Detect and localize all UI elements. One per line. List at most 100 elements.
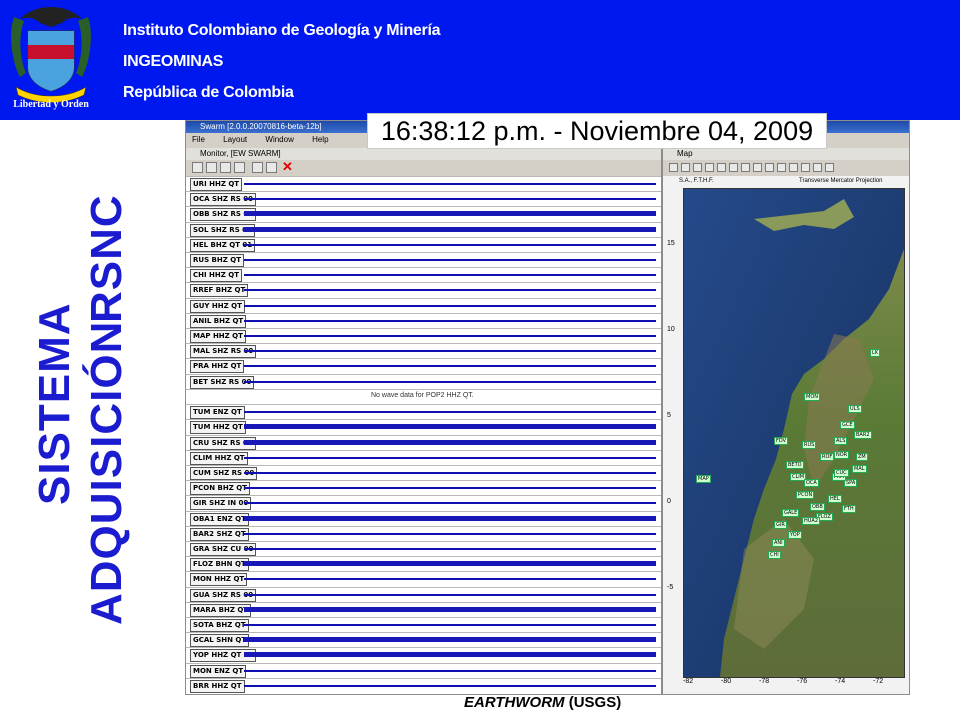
station-marker[interactable]: GALE: [782, 509, 800, 517]
map-tool-button[interactable]: [789, 163, 798, 172]
channel-row[interactable]: BAR2 SHZ QT: [186, 525, 661, 541]
map-tool-button[interactable]: [717, 163, 726, 172]
channel-row[interactable]: YOP HHZ QT 01: [186, 647, 661, 663]
map-tool-button[interactable]: [669, 163, 678, 172]
channel-row[interactable]: RUS BHZ QT: [186, 252, 661, 268]
close-icon[interactable]: ✕: [282, 160, 293, 174]
channel-row[interactable]: GCAL SHN QT: [186, 632, 661, 648]
monitor-tool-button[interactable]: [234, 162, 245, 173]
side-title-sistema: SISTEMA: [30, 302, 79, 505]
channel-row[interactable]: MAP HHZ QT: [186, 328, 661, 344]
station-marker[interactable]: ANI: [772, 539, 785, 547]
map-tool-button[interactable]: [681, 163, 690, 172]
station-marker[interactable]: NOR: [834, 451, 850, 459]
channel-row[interactable]: GUY HHZ QT: [186, 297, 661, 313]
station-marker[interactable]: MAL: [852, 465, 867, 473]
map-tool-button[interactable]: [741, 163, 750, 172]
station-marker[interactable]: ZM: [856, 453, 868, 461]
channel-row[interactable]: OBA1 ENZ QT: [186, 510, 661, 526]
channel-row[interactable]: SOTA BHZ QT: [186, 616, 661, 632]
menu-help[interactable]: Help: [312, 135, 328, 144]
map-tool-button[interactable]: [753, 163, 762, 172]
menu-file[interactable]: File: [192, 135, 205, 144]
station-marker[interactable]: BAR2: [854, 431, 872, 439]
station-marker[interactable]: SPA: [844, 479, 858, 487]
station-marker[interactable]: ALS: [834, 437, 848, 445]
channel-row[interactable]: GIR SHZ IN 00: [186, 495, 661, 511]
channel-row[interactable]: FLOZ BHN QT: [186, 556, 661, 572]
map-tool-button[interactable]: [777, 163, 786, 172]
channel-row[interactable]: GRA SHZ CU 00: [186, 540, 661, 556]
channel-label: ANIL BHZ QT: [190, 314, 247, 328]
channel-row[interactable]: GUA SHZ RS 00: [186, 586, 661, 602]
map-tool-button[interactable]: [801, 163, 810, 172]
waveform-trace: [244, 669, 656, 672]
map-tool-button[interactable]: [765, 163, 774, 172]
station-marker[interactable]: CUC: [834, 469, 849, 477]
map-tool-button[interactable]: [729, 163, 738, 172]
channel-label: GIR SHZ IN 00: [190, 497, 252, 511]
channel-row[interactable]: RREF BHZ QT: [186, 282, 661, 298]
channel-row[interactable]: MON HHZ QT: [186, 571, 661, 587]
waveform-trace: [244, 637, 656, 643]
monitor-tool-button[interactable]: [192, 162, 203, 173]
station-marker[interactable]: FTH: [842, 505, 856, 513]
channel-row[interactable]: OBB SHZ RS 00: [186, 206, 661, 222]
channel-row[interactable]: No wave data for POP2 HHZ QT.: [186, 388, 661, 404]
channel-row[interactable]: BRR HHZ QT: [186, 677, 661, 693]
monitor-tool-button[interactable]: [266, 162, 277, 173]
map-tool-button[interactable]: [813, 163, 822, 172]
station-marker[interactable]: GIR: [774, 521, 787, 529]
channel-row[interactable]: HEL BHZ QT 01: [186, 236, 661, 252]
channel-row[interactable]: CHI HHZ QT: [186, 267, 661, 283]
channel-row[interactable]: PCON BHZ QT: [186, 480, 661, 496]
station-marker[interactable]: ULS: [848, 405, 862, 413]
waveform-trace: [244, 198, 656, 201]
station-marker[interactable]: MON: [804, 393, 820, 401]
menu-layout[interactable]: Layout: [223, 135, 247, 144]
channel-row[interactable]: MARA BHZ QT: [186, 601, 661, 617]
station-marker[interactable]: MAP: [696, 475, 711, 483]
station-marker[interactable]: LK: [870, 349, 881, 357]
station-marker[interactable]: YOP: [788, 531, 802, 539]
waveform-trace: [244, 456, 656, 459]
map-tool-button[interactable]: [825, 163, 834, 172]
waveform-trace: [244, 561, 656, 567]
channel-row[interactable]: MON ENZ QT: [186, 662, 661, 678]
lat-label: -5: [667, 584, 674, 591]
monitor-tool-button[interactable]: [220, 162, 231, 173]
channel-row[interactable]: OCA SHZ RS 00: [186, 191, 661, 207]
station-marker[interactable]: ROF: [820, 453, 835, 461]
channel-row[interactable]: URI HHZ QT: [186, 176, 661, 191]
station-marker[interactable]: BETO: [786, 461, 804, 469]
channel-label: GUY HHZ QT: [190, 299, 245, 313]
station-marker[interactable]: GCE: [840, 421, 855, 429]
credit-label: EARTHWORM (USGS): [464, 694, 621, 711]
channel-row[interactable]: PRA HHZ QT: [186, 358, 661, 374]
station-marker[interactable]: FDV: [774, 437, 789, 445]
channel-row[interactable]: CRU SHZ RS 00: [186, 434, 661, 450]
channel-row[interactable]: MAL SHZ RS 00: [186, 343, 661, 359]
station-marker[interactable]: RUS: [802, 441, 817, 449]
map-toolbar: [663, 160, 909, 176]
monitor-tool-button[interactable]: [252, 162, 263, 173]
satellite-map[interactable]: LK MON ULS GCE BAR2 ALS FDV NOR ZM ROF RUS MAL SPA BE…: [683, 188, 905, 678]
map-tool-button[interactable]: [705, 163, 714, 172]
channel-row[interactable]: ANIL BHZ QT: [186, 312, 661, 328]
monitor-tool-button[interactable]: [206, 162, 217, 173]
map-tool-button[interactable]: [693, 163, 702, 172]
channel-row[interactable]: TUM ENZ QT: [186, 404, 661, 420]
station-marker[interactable]: PCON: [796, 491, 815, 499]
station-marker[interactable]: OCA: [804, 479, 819, 487]
channel-row[interactable]: TUM HHZ QT: [186, 419, 661, 435]
menu-window[interactable]: Window: [265, 135, 293, 144]
channel-row[interactable]: SOL SHZ RS 00: [186, 221, 661, 237]
station-marker[interactable]: CHI: [768, 551, 781, 559]
channel-row[interactable]: BET SHZ RS 00: [186, 373, 661, 389]
station-marker[interactable]: HUA2: [802, 517, 821, 525]
station-marker[interactable]: HEL: [828, 495, 842, 503]
station-marker[interactable]: OBB: [810, 503, 825, 511]
channel-label: CHI HHZ QT: [190, 269, 242, 283]
channel-row[interactable]: CUM SHZ RS 00: [186, 464, 661, 480]
channel-row[interactable]: CLIM HHZ QT: [186, 449, 661, 465]
